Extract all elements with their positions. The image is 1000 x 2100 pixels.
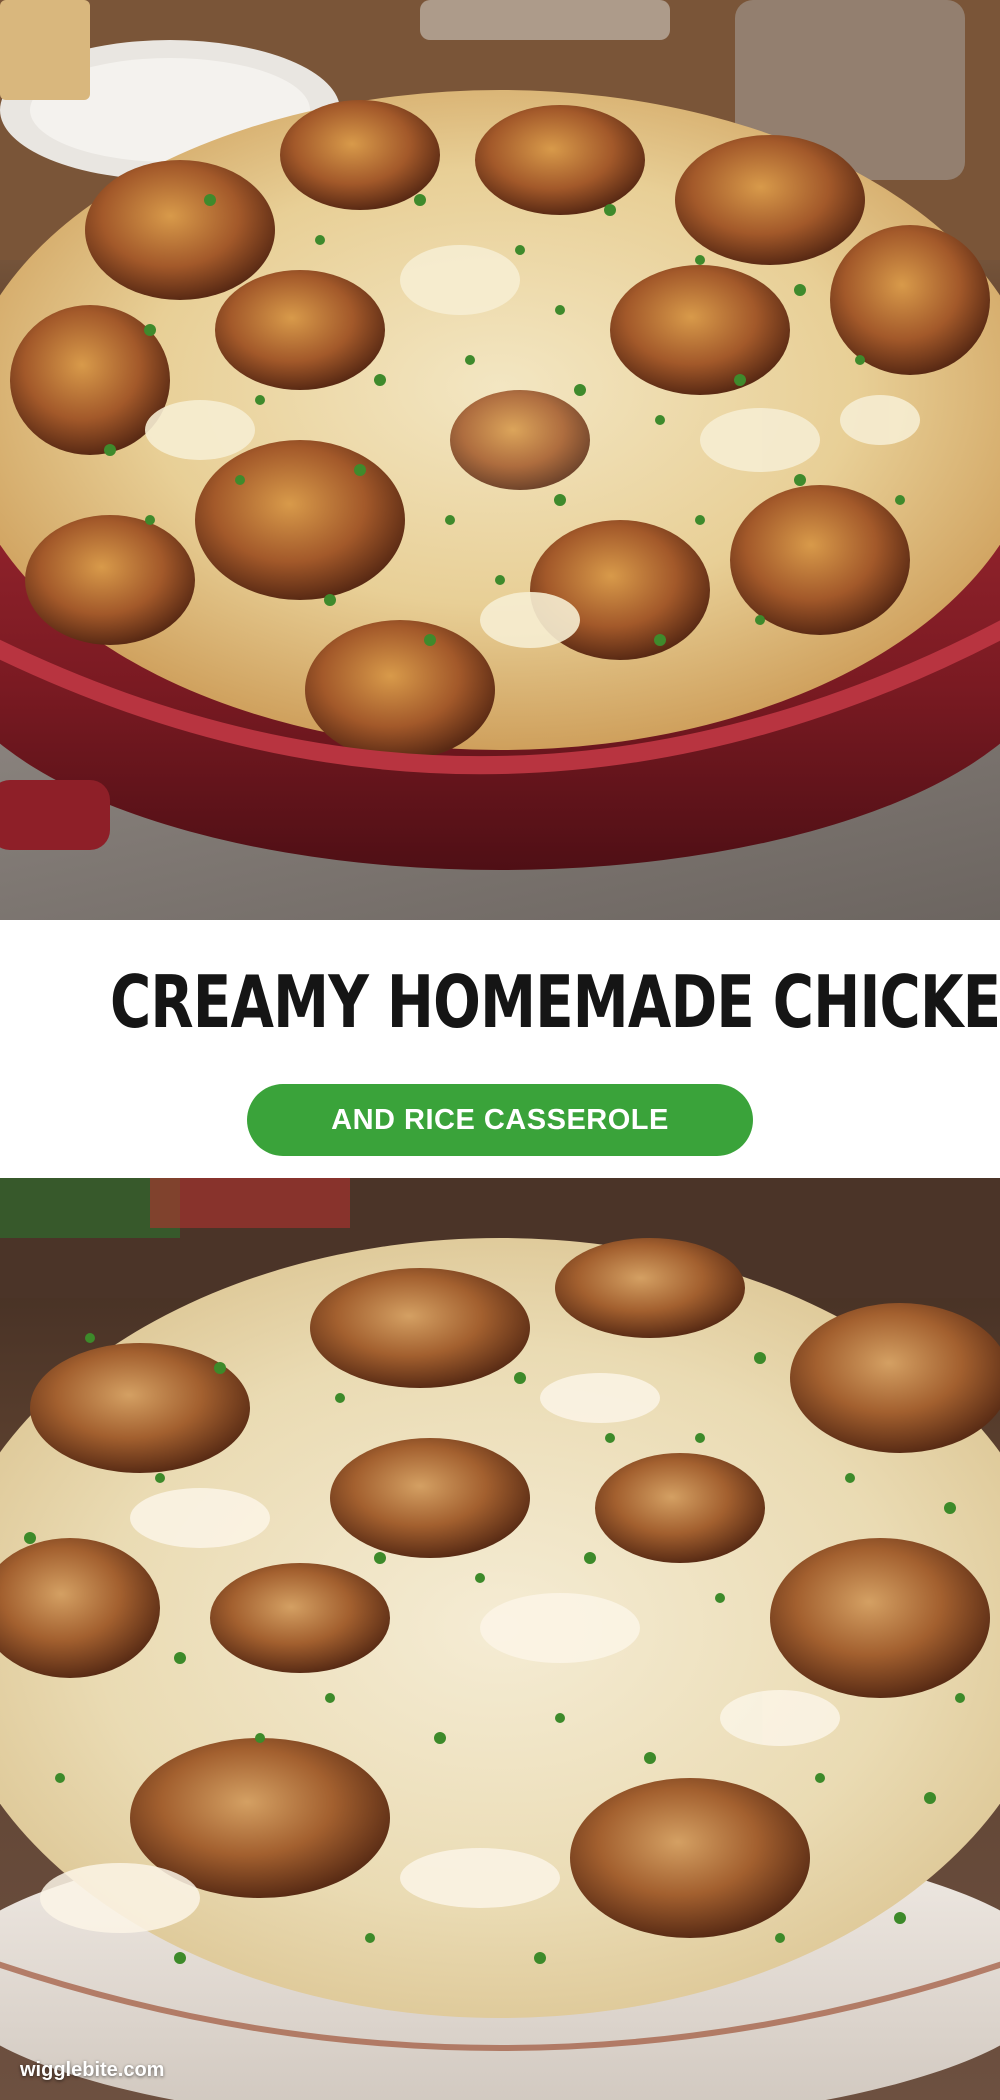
- casserole-illustration-top: [0, 0, 1000, 920]
- site-watermark: wigglebite.com: [20, 2059, 165, 2081]
- recipe-pin: CREAMY HOMEMADE CHICKEN AND RICE CASSERO…: [0, 0, 1000, 2100]
- recipe-title: CREAMY HOMEMADE CHICKEN: [110, 960, 1000, 1044]
- subtitle-pill: AND RICE CASSEROLE: [247, 1084, 753, 1156]
- casserole-photo-top: [0, 0, 1000, 920]
- recipe-subtitle: AND RICE CASSEROLE: [331, 1103, 669, 1136]
- casserole-illustration-bottom: [0, 1178, 1000, 2100]
- casserole-photo-bottom: wigglebite.com: [0, 1178, 1000, 2100]
- title-band: CREAMY HOMEMADE CHICKEN AND RICE CASSERO…: [0, 920, 1000, 1178]
